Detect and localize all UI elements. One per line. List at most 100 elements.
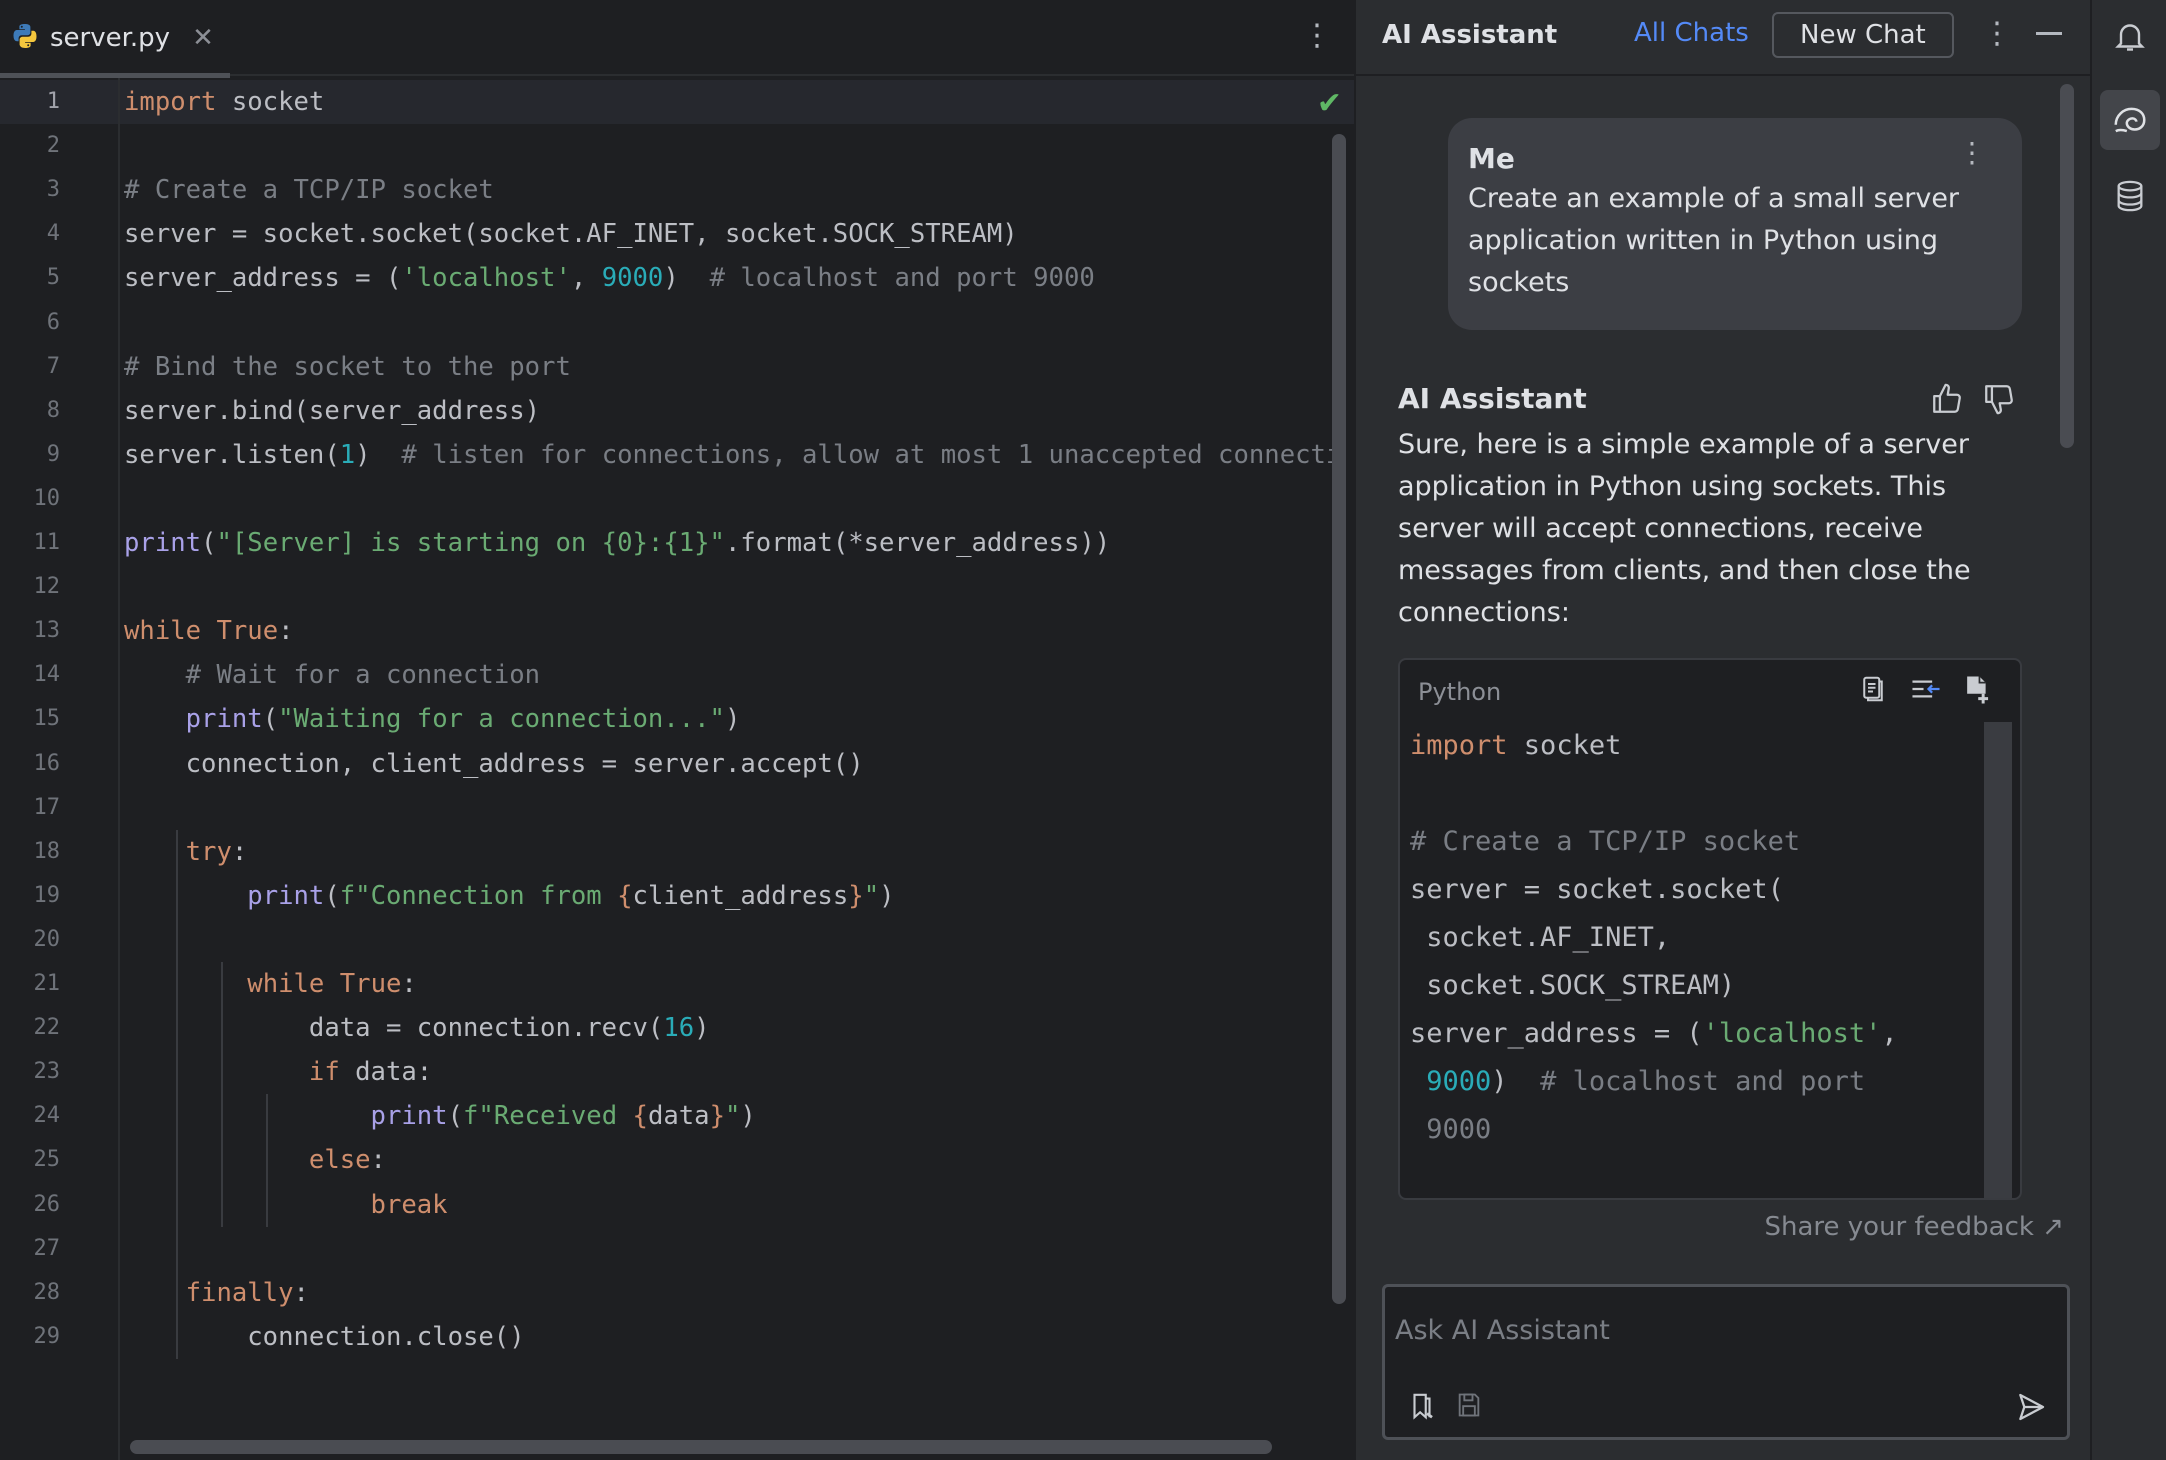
code-token: server = socket.socket(socket.AF_INET, s…	[124, 219, 1018, 250]
line-number: 22	[33, 1015, 61, 1041]
code-line: connection, client_address = server.acce…	[124, 742, 864, 786]
editor-tab-server-py[interactable]: server.py ✕	[0, 0, 230, 78]
response-code-block: Python import socket # Create a TCP/IP s…	[1398, 658, 2022, 1200]
bookmark-icon[interactable]	[1407, 1391, 1437, 1425]
line-number: 9	[46, 441, 60, 467]
code-token: import	[1410, 730, 1508, 761]
code-token: # Wait for a connection	[185, 660, 541, 691]
code-line: # Bind the socket to the port	[124, 345, 571, 389]
database-icon[interactable]	[2106, 172, 2154, 220]
line-number-gutter[interactable]: 1 2 3 4 5 6 7 8 9 10 11 12 13 14 15 16 17 18 19 20 21 22 23 24 2…	[0, 78, 120, 1460]
insert-at-caret-icon[interactable]	[1910, 674, 1942, 708]
code-token: (	[324, 880, 340, 911]
code-line: server.bind(server_address)	[124, 389, 540, 433]
code-line: print("[Server] is starting on {0}:{1}".…	[124, 521, 1110, 565]
code-token: f"Received	[463, 1101, 633, 1132]
line-number: 24	[33, 1103, 61, 1129]
code-token: 9000	[1410, 1114, 1492, 1145]
minimize-icon[interactable]	[2036, 32, 2062, 35]
thumbs-down-icon[interactable]	[1982, 382, 2016, 420]
code-token: while	[247, 969, 325, 999]
code-token: 16	[663, 1013, 695, 1044]
close-icon[interactable]: ✕	[192, 23, 214, 53]
editor-horizontal-scrollbar[interactable]	[130, 1440, 1272, 1454]
code-area[interactable]: import socket # Create a TCP/IP socket ser…	[124, 78, 1354, 1438]
ai-assistant-spiral-icon[interactable]	[2100, 90, 2160, 150]
code-token: :	[278, 616, 294, 647]
line-number: 28	[33, 1279, 61, 1305]
code-token: {	[617, 880, 633, 911]
line-number: 20	[33, 926, 61, 952]
more-vertical-icon[interactable]: ⋮	[1302, 18, 1332, 53]
code-block-line: server_address = ('localhost',	[1410, 1010, 1990, 1058]
code-token: # listen for connections, allow at most …	[401, 439, 1342, 470]
line-number: 16	[33, 750, 61, 776]
code-token: connection, client_address = server.acce…	[124, 748, 864, 779]
line-number: 19	[33, 882, 61, 908]
ai-panel-title: AI Assistant	[1382, 20, 1558, 50]
all-chats-link[interactable]: All Chats	[1634, 18, 1749, 48]
line-number: 13	[33, 618, 61, 644]
save-icon[interactable]	[1455, 1391, 1483, 1423]
line-number: 12	[33, 574, 61, 600]
more-vertical-icon[interactable]: ⋮	[1958, 136, 1986, 169]
code-line: while True:	[124, 962, 417, 1006]
code-token: :	[370, 1145, 386, 1176]
indent-guide	[221, 962, 223, 1227]
code-token: )	[1491, 1066, 1541, 1097]
new-chat-button[interactable]: New Chat	[1772, 12, 1954, 58]
code-token: server_address = (	[1410, 1018, 1703, 1049]
code-block-line: # Create a TCP/IP socket	[1410, 818, 1990, 866]
editor-tab-bar: server.py ✕ ⋮	[0, 0, 1354, 78]
code-block-scrollbar[interactable]	[1984, 722, 2012, 1198]
code-token: connection.close()	[124, 1321, 525, 1352]
code-line: server_address = ('localhost', 9000) # l…	[124, 256, 1095, 300]
code-token: :	[293, 1277, 309, 1308]
bell-icon[interactable]	[2106, 12, 2154, 60]
right-tool-strip	[2090, 0, 2166, 1460]
code-block-line: 9000) # localhost and port	[1410, 1058, 1990, 1106]
code-token: )	[694, 1013, 710, 1044]
code-line: else:	[124, 1138, 386, 1182]
code-token: # localhost and port 9000	[709, 263, 1095, 294]
chat-scrollbar[interactable]	[2060, 84, 2074, 448]
send-icon[interactable]	[2015, 1391, 2047, 1427]
check-icon[interactable]: ✔	[1317, 86, 1342, 121]
ask-ai-input[interactable]	[1395, 1295, 2055, 1365]
code-token: client_address	[632, 880, 849, 911]
editor-vertical-scrollbar[interactable]	[1332, 134, 1346, 1304]
code-line: import socket	[124, 80, 324, 124]
user-message-text: Create an example of a small server appl…	[1468, 183, 1960, 298]
code-token: )	[663, 263, 710, 294]
code-token: 1	[339, 439, 356, 470]
code-token: data	[647, 1101, 710, 1132]
new-file-icon[interactable]	[1962, 674, 1992, 710]
user-message-author: Me	[1468, 142, 1515, 175]
code-token: True	[339, 969, 402, 999]
code-token: )	[355, 439, 402, 470]
line-number: 3	[46, 177, 60, 203]
ai-assistant-panel: AI Assistant All Chats New Chat ⋮ Me Cre…	[1354, 0, 2092, 1460]
code-editor[interactable]: server.py ✕ ⋮ 1 2 3 4 5 6 7 8 9 10 11 12 13 14 15 16 17 1…	[0, 0, 1354, 1460]
code-token: server.listen(	[124, 439, 340, 470]
code-line: server.listen(1) # listen for connection…	[124, 433, 1341, 477]
code-block-content: import socket # Create a TCP/IP socket se…	[1410, 722, 1990, 1154]
code-token: else	[308, 1145, 371, 1176]
code-token: if	[308, 1057, 340, 1088]
line-number: 5	[46, 265, 60, 291]
code-token: socket	[216, 87, 325, 117]
code-token: "[Server] is starting on {0}:{1}"	[216, 528, 725, 558]
more-vertical-icon[interactable]: ⋮	[1982, 16, 2012, 51]
copy-icon[interactable]	[1858, 674, 1888, 708]
code-token: server_address = (	[124, 263, 402, 294]
code-token: (	[262, 704, 279, 735]
code-token: (	[447, 1101, 464, 1132]
share-feedback-link[interactable]: Share your feedback ↗	[1764, 1212, 2064, 1242]
thumbs-up-icon[interactable]	[1930, 382, 1964, 420]
